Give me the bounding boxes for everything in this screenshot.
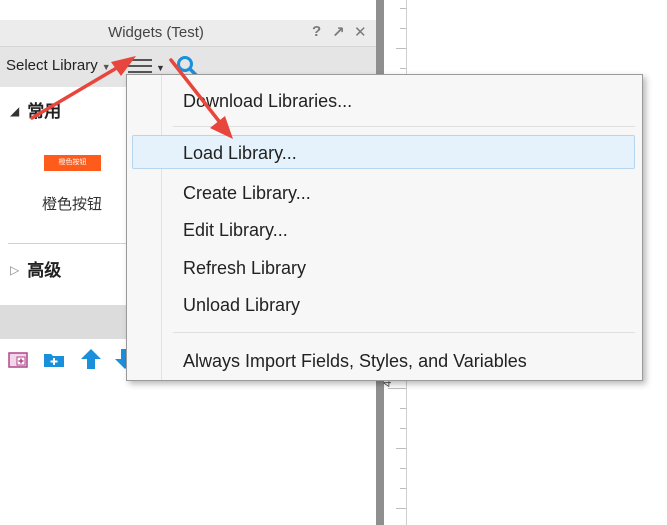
menu-separator <box>173 332 635 333</box>
add-page-icon[interactable] <box>6 347 30 371</box>
group-header-advanced[interactable]: ▷ 高级 <box>10 256 61 281</box>
move-up-icon[interactable] <box>79 347 103 371</box>
menu-item-download-libraries[interactable]: Download Libraries... <box>183 84 352 118</box>
group-label: 常用 <box>27 102 62 121</box>
orange-button-widget[interactable]: 橙色按钮 <box>44 155 101 171</box>
menu-item-always-import[interactable]: Always Import Fields, Styles, and Variab… <box>183 344 527 378</box>
menu-item-unload-library[interactable]: Unload Library <box>183 288 300 322</box>
menu-item-load-library[interactable]: Load Library... <box>132 135 635 169</box>
collapsed-triangle-icon: ▷ <box>10 263 20 277</box>
divider <box>8 243 126 244</box>
panel-title: Widgets (Test) <box>108 24 204 41</box>
panel-title-bar: Widgets (Test) ? ↗ ✕ <box>0 20 376 47</box>
chevron-down-icon: ▼ <box>101 62 111 72</box>
menu-item-create-library[interactable]: Create Library... <box>183 176 311 210</box>
add-folder-icon[interactable] <box>42 347 66 371</box>
select-library-dropdown[interactable]: Select Library ▼ <box>6 57 111 74</box>
menu-chevron-down-icon[interactable]: ▼ <box>156 63 165 73</box>
library-dropdown-menu: Download Libraries... Load Library... Cr… <box>126 74 643 381</box>
menu-gutter <box>127 75 162 380</box>
menu-separator <box>173 126 635 127</box>
popout-icon[interactable]: ↗ <box>332 23 345 41</box>
widget-label: 橙色按钮 <box>42 196 103 213</box>
select-library-label: Select Library <box>6 57 98 74</box>
help-icon[interactable]: ? <box>312 23 321 40</box>
close-icon[interactable]: ✕ <box>354 23 367 41</box>
orange-button-text: 橙色按钮 <box>58 159 87 166</box>
expanded-triangle-icon: ◢ <box>10 104 20 118</box>
menu-item-edit-library[interactable]: Edit Library... <box>183 213 288 247</box>
menu-item-refresh-library[interactable]: Refresh Library <box>183 251 306 285</box>
group-header-common[interactable]: ◢ 常用 <box>10 97 61 122</box>
group-label: 高级 <box>27 261 62 280</box>
library-menu-button[interactable] <box>128 59 152 75</box>
